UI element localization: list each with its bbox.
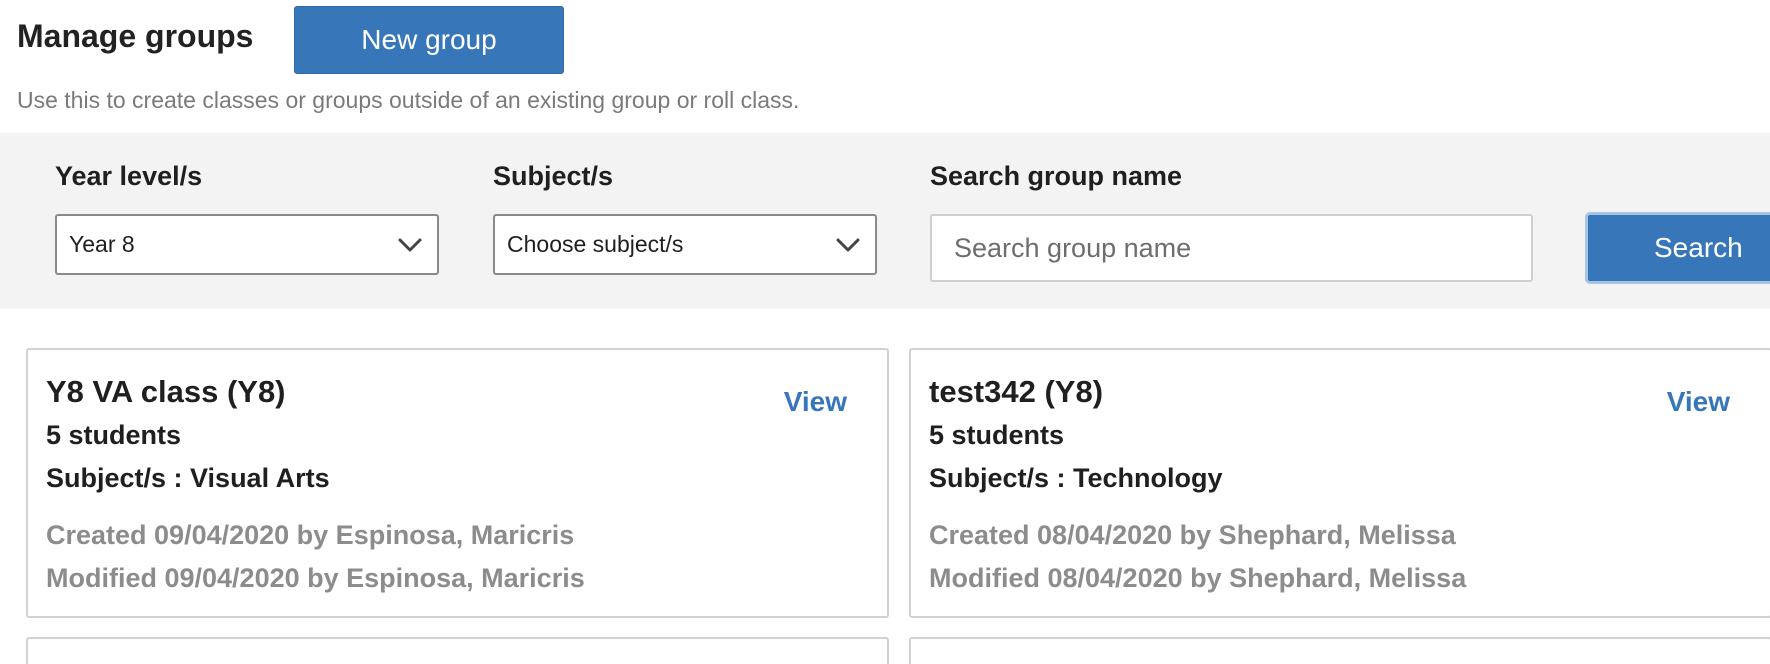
search-group-input[interactable] [930,214,1533,282]
new-group-button[interactable]: New group [294,6,564,74]
group-card: Y8 VA class (Y8) View 5 students Subject… [26,348,889,618]
chevron-down-icon [836,238,860,251]
student-count: 5 students [929,420,1065,450]
subject-value: Choose subject/s [507,231,684,257]
created-info: Created 08/04/2020 by Shephard, Melissa [929,520,1456,550]
year-level-label: Year level/s [55,161,203,191]
subject-label: Subject/s [493,161,614,191]
group-subjects: Subject/s : Visual Arts [46,463,330,493]
search-button[interactable]: Search [1585,212,1770,284]
chevron-down-icon [398,238,422,251]
group-card-partial [909,637,1770,664]
group-name: test342 (Y8) [929,374,1104,409]
modified-info: Modified 09/04/2020 by Espinosa, Maricri… [46,563,585,593]
subject-select[interactable]: Choose subject/s [493,214,877,275]
student-count: 5 students [46,420,182,450]
view-group-link[interactable]: View [1667,386,1730,418]
group-subjects: Subject/s : Technology [929,463,1223,493]
search-group-label: Search group name [930,161,1183,191]
group-card-partial [26,637,889,664]
group-card: test342 (Y8) View 5 students Subject/s :… [909,348,1770,618]
view-group-link[interactable]: View [784,386,847,418]
manage-groups-page: Manage groups New group Use this to crea… [0,0,1770,664]
year-level-value: Year 8 [69,231,135,257]
year-level-select[interactable]: Year 8 [55,214,439,275]
page-title: Manage groups [17,18,254,54]
created-info: Created 09/04/2020 by Espinosa, Maricris [46,520,575,550]
modified-info: Modified 08/04/2020 by Shephard, Melissa [929,563,1467,593]
group-name: Y8 VA class (Y8) [46,374,286,409]
page-subtitle: Use this to create classes or groups out… [17,87,800,113]
